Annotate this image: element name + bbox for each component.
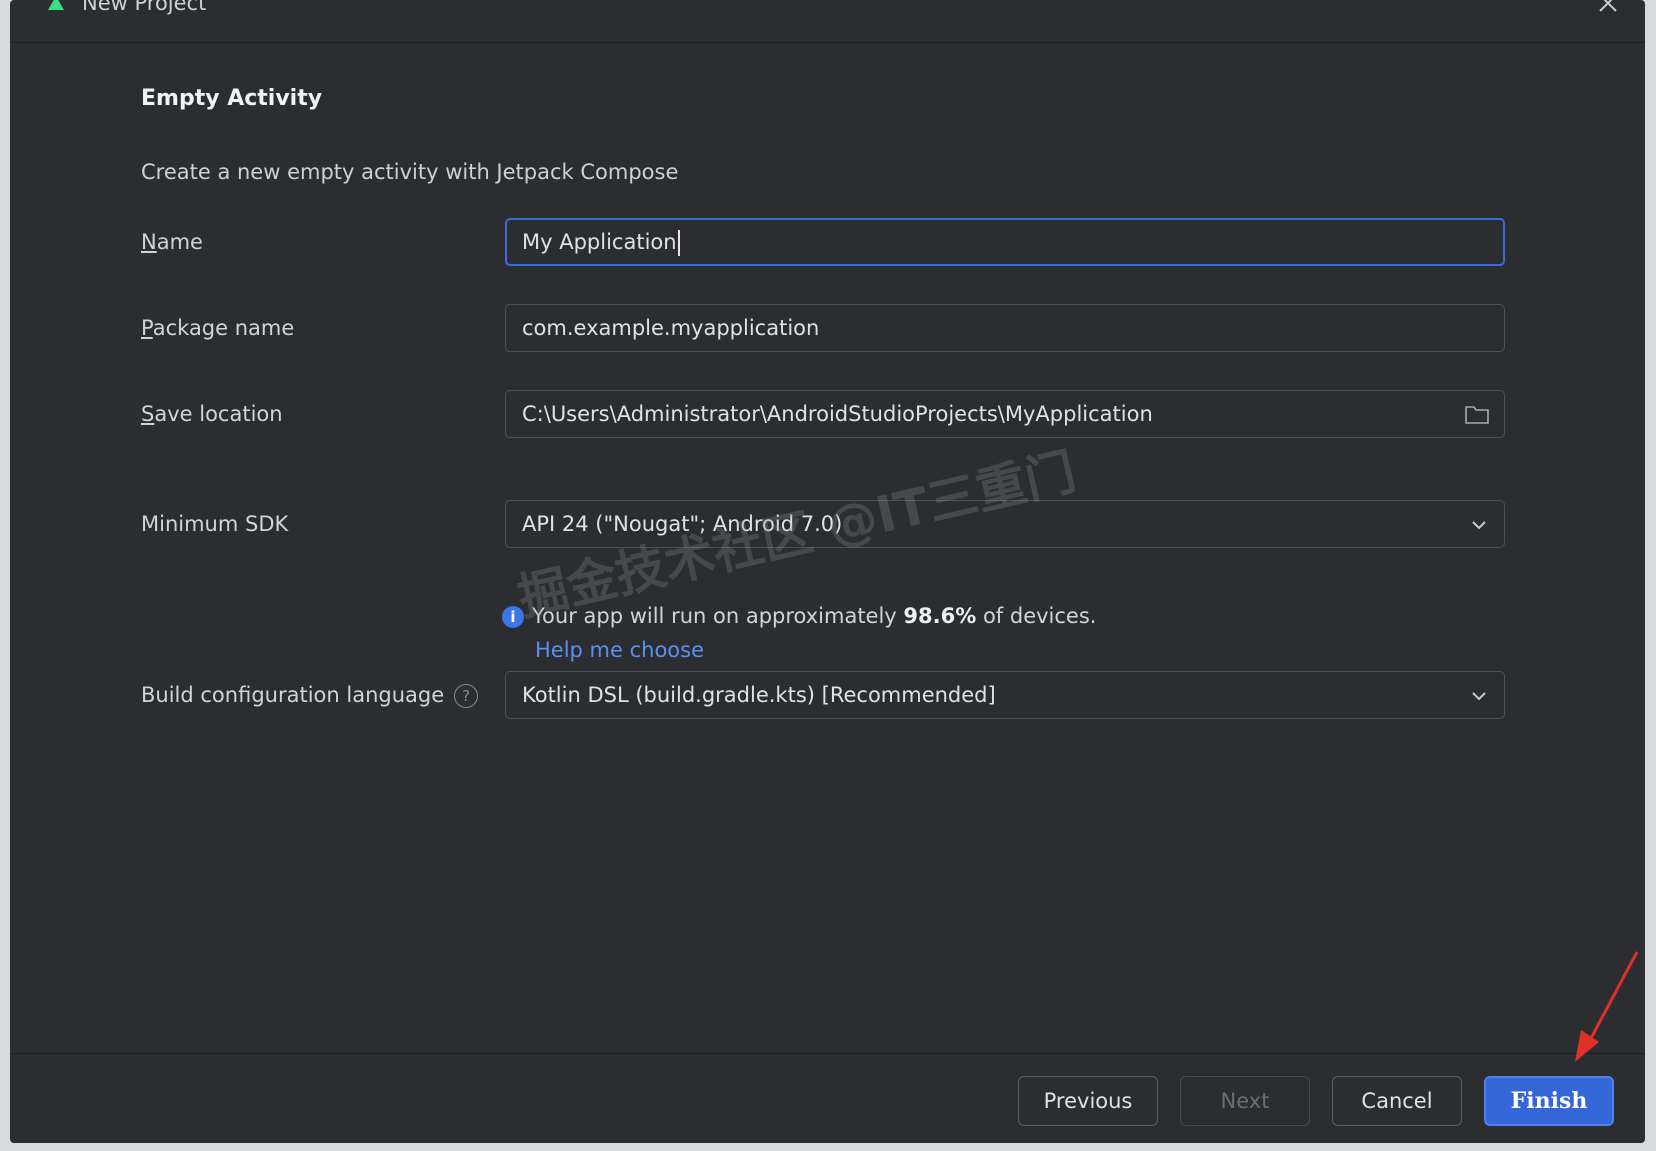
- section-description: Create a new empty activity with Jetpack…: [141, 160, 679, 184]
- build-config-select[interactable]: Kotlin DSL (build.gradle.kts) [Recommend…: [505, 671, 1505, 719]
- help-me-choose-link[interactable]: Help me choose: [535, 638, 704, 662]
- name-label: Name: [141, 230, 203, 254]
- name-input-value: My Application: [522, 230, 677, 254]
- folder-icon[interactable]: [1464, 402, 1490, 426]
- cancel-button[interactable]: Cancel: [1332, 1076, 1462, 1126]
- minimum-sdk-value: API 24 ("Nougat"; Android 7.0): [522, 512, 843, 536]
- android-studio-icon: [48, 0, 64, 10]
- coverage-percent: 98.6%: [903, 604, 977, 628]
- device-coverage-info: i Your app will run on approximately 98.6…: [502, 604, 1096, 628]
- finish-button[interactable]: Finish: [1484, 1076, 1614, 1126]
- next-button[interactable]: Next: [1180, 1076, 1310, 1126]
- minimum-sdk-select[interactable]: API 24 ("Nougat"; Android 7.0): [505, 500, 1505, 548]
- help-question-icon[interactable]: ?: [454, 684, 479, 708]
- save-location-input[interactable]: C:\Users\Administrator\AndroidStudioProj…: [505, 390, 1505, 438]
- footer-divider: [10, 1053, 1645, 1054]
- minimum-sdk-label: Minimum SDK: [141, 512, 289, 536]
- package-name-input[interactable]: com.example.myapplication: [505, 304, 1505, 352]
- title-bar: New Project: [10, 0, 1645, 43]
- info-icon: i: [502, 606, 524, 628]
- build-config-label: Build configuration language?: [141, 683, 479, 708]
- previous-button[interactable]: Previous: [1018, 1076, 1158, 1126]
- new-project-dialog: New Project Empty Activity Create a new …: [10, 0, 1645, 1143]
- close-icon[interactable]: [1595, 0, 1621, 16]
- save-location-value: C:\Users\Administrator\AndroidStudioProj…: [522, 402, 1153, 426]
- text-caret: [677, 230, 680, 256]
- section-title: Empty Activity: [141, 86, 323, 111]
- chevron-down-icon: [1472, 692, 1486, 701]
- build-config-value: Kotlin DSL (build.gradle.kts) [Recommend…: [522, 683, 996, 707]
- package-name-value: com.example.myapplication: [522, 316, 820, 340]
- package-name-label: Package name: [141, 316, 295, 340]
- window-title: New Project: [82, 0, 207, 15]
- annotation-arrow-icon: [1575, 951, 1639, 1062]
- name-input[interactable]: My Application: [505, 218, 1505, 266]
- chevron-down-icon: [1472, 521, 1486, 530]
- save-location-label: Save location: [141, 402, 283, 426]
